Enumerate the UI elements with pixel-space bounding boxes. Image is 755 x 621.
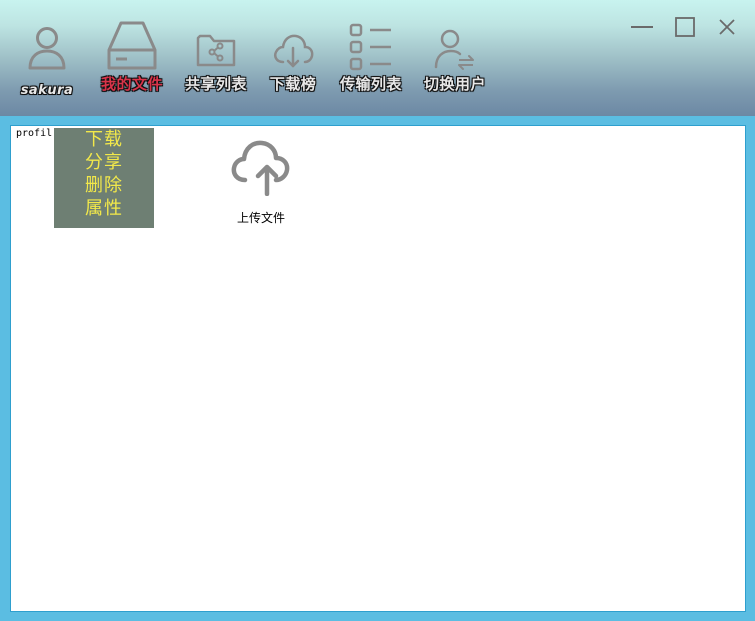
nav-transfer-list[interactable]: 传输列表 bbox=[331, 0, 411, 116]
nav-download[interactable]: 下载榜 bbox=[258, 0, 328, 116]
app-window: sakura 我的文件 共享列表 下载榜 传输列表 切换用户 profil 上传… bbox=[0, 0, 755, 621]
username-label: sakura bbox=[20, 83, 74, 98]
switch-user-icon bbox=[434, 29, 474, 70]
close-icon bbox=[719, 19, 735, 35]
maximize-icon bbox=[675, 17, 695, 37]
drive-icon bbox=[107, 21, 157, 70]
close-button[interactable] bbox=[714, 14, 742, 42]
user-avatar[interactable]: sakura bbox=[8, 0, 86, 116]
title-bar: sakura 我的文件 共享列表 下载榜 传输列表 切换用户 bbox=[0, 0, 755, 116]
minimize-button[interactable] bbox=[628, 14, 656, 42]
file-area[interactable]: profil d word.txt 上传文件 下载 分享 删除 属性 bbox=[10, 125, 746, 612]
nav-switch-user[interactable]: 切换用户 bbox=[415, 0, 495, 116]
nav-my-files-label: 我的文件 bbox=[100, 75, 163, 93]
cloud-download-icon bbox=[274, 34, 314, 68]
cloud-upload-icon bbox=[231, 140, 290, 196]
menu-item-delete[interactable]: 删除 bbox=[54, 174, 154, 197]
shared-folder-icon bbox=[196, 34, 236, 67]
nav-download-label: 下载榜 bbox=[269, 75, 317, 93]
nav-share-list[interactable]: 共享列表 bbox=[177, 0, 255, 116]
upload-file-label: 上传文件 bbox=[236, 211, 285, 225]
maximize-button[interactable] bbox=[671, 14, 699, 42]
nav-share-list-label: 共享列表 bbox=[184, 75, 247, 93]
menu-item-properties[interactable]: 属性 bbox=[54, 197, 154, 220]
minimize-icon bbox=[631, 26, 653, 28]
nav-my-files[interactable]: 我的文件 bbox=[93, 0, 171, 116]
upload-file-button[interactable]: 上传文件 bbox=[223, 134, 299, 230]
user-icon bbox=[28, 27, 66, 70]
nav-transfer-list-label: 传输列表 bbox=[339, 75, 402, 93]
menu-item-share[interactable]: 分享 bbox=[54, 151, 154, 174]
menu-item-download[interactable]: 下载 bbox=[54, 128, 154, 151]
list-icon bbox=[349, 23, 391, 71]
context-menu: 下载 分享 删除 属性 bbox=[54, 128, 154, 228]
nav-switch-user-label: 切换用户 bbox=[423, 75, 486, 93]
